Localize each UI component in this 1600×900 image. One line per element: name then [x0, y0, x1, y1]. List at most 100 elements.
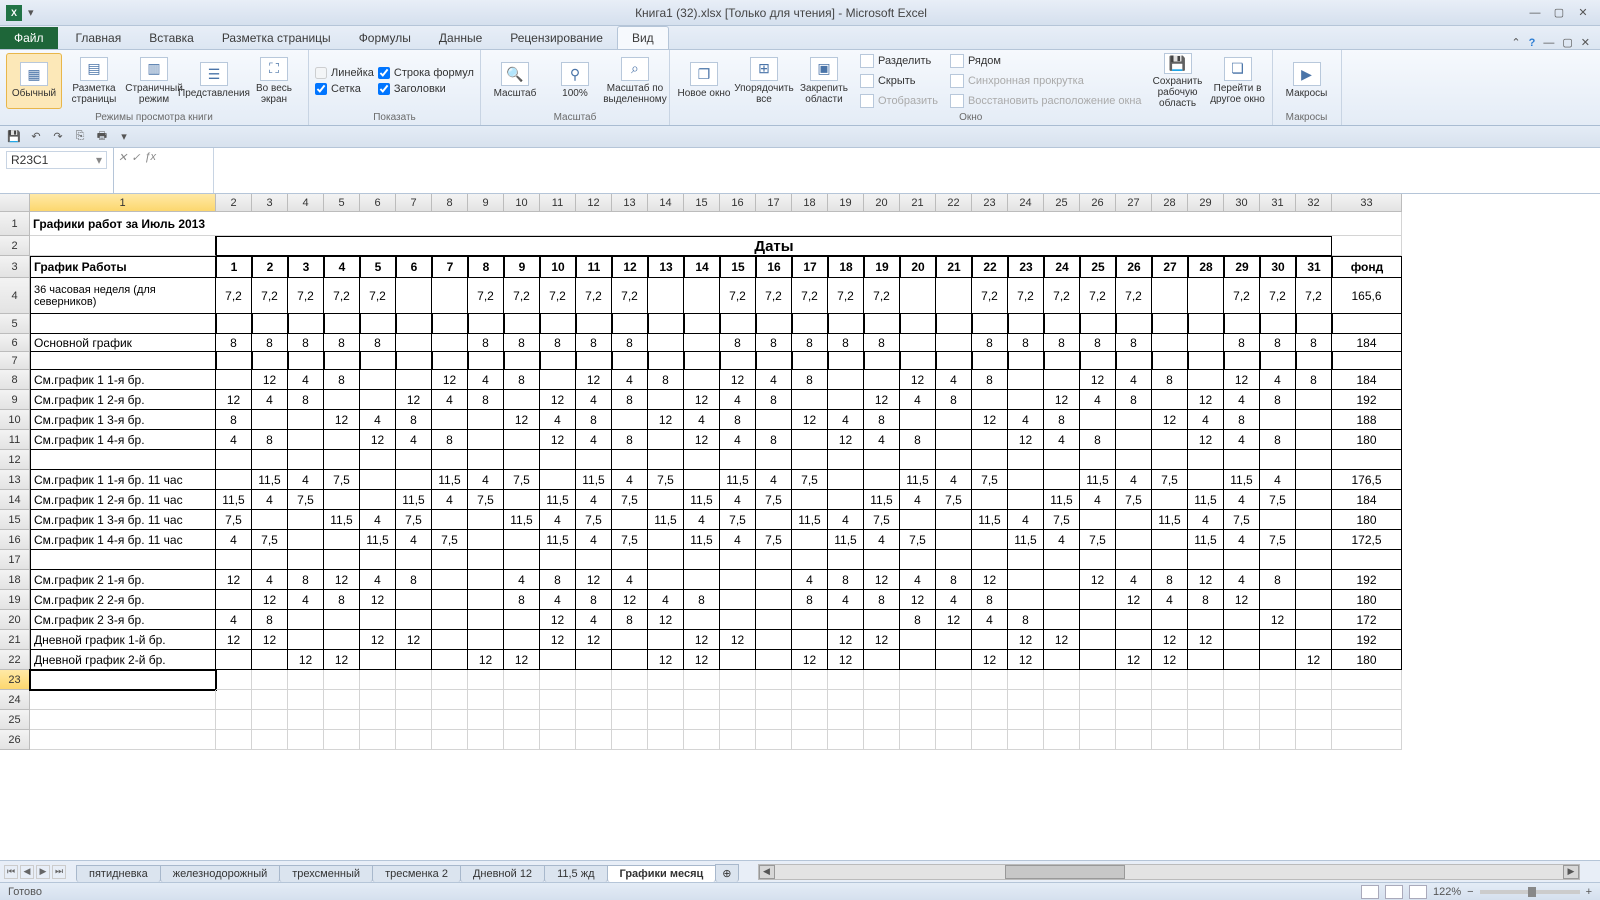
cell[interactable]: 12 — [432, 370, 468, 390]
cell[interactable] — [468, 510, 504, 530]
cell[interactable]: 4 — [396, 530, 432, 550]
cell[interactable] — [684, 450, 720, 470]
cell[interactable]: 8 — [612, 390, 648, 410]
cell[interactable]: 12 — [288, 650, 324, 670]
cell[interactable] — [360, 390, 396, 410]
qat-more-icon[interactable]: ▾ — [116, 129, 132, 145]
cell[interactable]: 12 — [576, 370, 612, 390]
cell[interactable] — [1008, 550, 1044, 570]
cell[interactable] — [1080, 510, 1116, 530]
cell[interactable]: 7,5 — [396, 510, 432, 530]
cell[interactable] — [864, 610, 900, 630]
cell[interactable]: 11,5 — [972, 510, 1008, 530]
cell[interactable]: 12 — [1152, 650, 1188, 670]
cell[interactable] — [360, 690, 396, 710]
cell[interactable] — [864, 670, 900, 690]
cell[interactable] — [972, 530, 1008, 550]
cell[interactable]: 4 — [324, 256, 360, 278]
cell[interactable]: 8 — [864, 590, 900, 610]
cell[interactable] — [30, 314, 216, 334]
cell[interactable] — [1188, 650, 1224, 670]
cell[interactable]: 4 — [1116, 470, 1152, 490]
cell[interactable] — [720, 650, 756, 670]
sheet-nav-last-icon[interactable]: ⏭ — [52, 865, 66, 879]
cell[interactable] — [648, 430, 684, 450]
cell[interactable]: 14 — [684, 256, 720, 278]
tab-insert[interactable]: Вставка — [135, 27, 208, 49]
row-header[interactable]: 6 — [0, 334, 30, 352]
cell[interactable] — [1008, 314, 1044, 334]
cell[interactable]: 4 — [468, 470, 504, 490]
cell[interactable]: 23 — [1008, 256, 1044, 278]
cell[interactable]: 7,5 — [1044, 510, 1080, 530]
cell[interactable] — [1296, 470, 1332, 490]
cell[interactable] — [1080, 630, 1116, 650]
cell[interactable]: 12 — [540, 610, 576, 630]
column-header[interactable]: 5 — [324, 194, 360, 212]
cell[interactable]: См.график 1 4-я бр. — [30, 430, 216, 450]
cell[interactable] — [396, 470, 432, 490]
headings-checkbox[interactable]: Заголовки — [378, 83, 474, 95]
row-header[interactable]: 7 — [0, 352, 30, 370]
cell[interactable]: 7 — [432, 256, 468, 278]
formula-bar-checkbox[interactable]: Строка формул — [378, 67, 474, 79]
sheet-tab[interactable]: пятидневка — [76, 865, 161, 882]
cell[interactable]: 11,5 — [540, 530, 576, 550]
cell[interactable]: 4 — [1080, 390, 1116, 410]
cell[interactable]: 4 — [360, 510, 396, 530]
cell[interactable] — [396, 730, 432, 750]
cell[interactable]: 8 — [828, 570, 864, 590]
cell[interactable] — [1044, 570, 1080, 590]
cell[interactable]: 7,5 — [612, 530, 648, 550]
cell[interactable] — [1332, 690, 1402, 710]
row-header[interactable]: 1 — [0, 212, 30, 236]
cell[interactable] — [468, 670, 504, 690]
cell[interactable] — [756, 410, 792, 430]
view-normal-icon[interactable] — [1361, 885, 1379, 899]
row-header[interactable]: 3 — [0, 256, 30, 278]
zoom-out-icon[interactable]: − — [1467, 886, 1473, 898]
cell[interactable]: 12 — [252, 630, 288, 650]
cell[interactable] — [1188, 550, 1224, 570]
cell[interactable] — [936, 278, 972, 314]
cell[interactable]: 4 — [432, 490, 468, 510]
cell[interactable] — [612, 510, 648, 530]
cell[interactable] — [396, 590, 432, 610]
cell[interactable] — [612, 690, 648, 710]
cell[interactable]: 11,5 — [1188, 490, 1224, 510]
cell[interactable]: 15 — [720, 256, 756, 278]
cell[interactable] — [396, 650, 432, 670]
cell[interactable]: 8 — [1260, 390, 1296, 410]
cell[interactable]: См.график 1 3-я бр. — [30, 410, 216, 430]
cell[interactable]: 12 — [648, 650, 684, 670]
cell[interactable] — [432, 570, 468, 590]
cell[interactable] — [900, 278, 936, 314]
cell[interactable]: 4 — [252, 390, 288, 410]
cell[interactable]: 12 — [1188, 630, 1224, 650]
cell[interactable]: 11,5 — [900, 470, 936, 490]
cell[interactable] — [684, 670, 720, 690]
freeze-panes-button[interactable]: ▣Закрепить области — [796, 53, 852, 109]
column-header[interactable]: 27 — [1116, 194, 1152, 212]
cell[interactable] — [288, 314, 324, 334]
cell[interactable]: 12 — [540, 430, 576, 450]
cell[interactable]: 17 — [792, 256, 828, 278]
cell[interactable] — [1188, 334, 1224, 352]
column-header[interactable]: 32 — [1296, 194, 1332, 212]
cell[interactable] — [324, 390, 360, 410]
cell[interactable]: 4 — [1224, 430, 1260, 450]
select-all-corner[interactable] — [0, 194, 30, 212]
undo-icon[interactable]: ↶ — [28, 129, 44, 145]
cell[interactable] — [972, 430, 1008, 450]
cell[interactable]: 7,5 — [324, 470, 360, 490]
cell[interactable] — [30, 450, 216, 470]
cell[interactable]: 8 — [576, 590, 612, 610]
cell[interactable] — [1260, 450, 1296, 470]
cell[interactable]: 24 — [1044, 256, 1080, 278]
cell[interactable]: 11,5 — [216, 490, 252, 510]
cell[interactable] — [360, 470, 396, 490]
cell[interactable]: 4 — [1188, 410, 1224, 430]
cell[interactable] — [1188, 670, 1224, 690]
column-header[interactable]: 4 — [288, 194, 324, 212]
cell[interactable] — [288, 610, 324, 630]
